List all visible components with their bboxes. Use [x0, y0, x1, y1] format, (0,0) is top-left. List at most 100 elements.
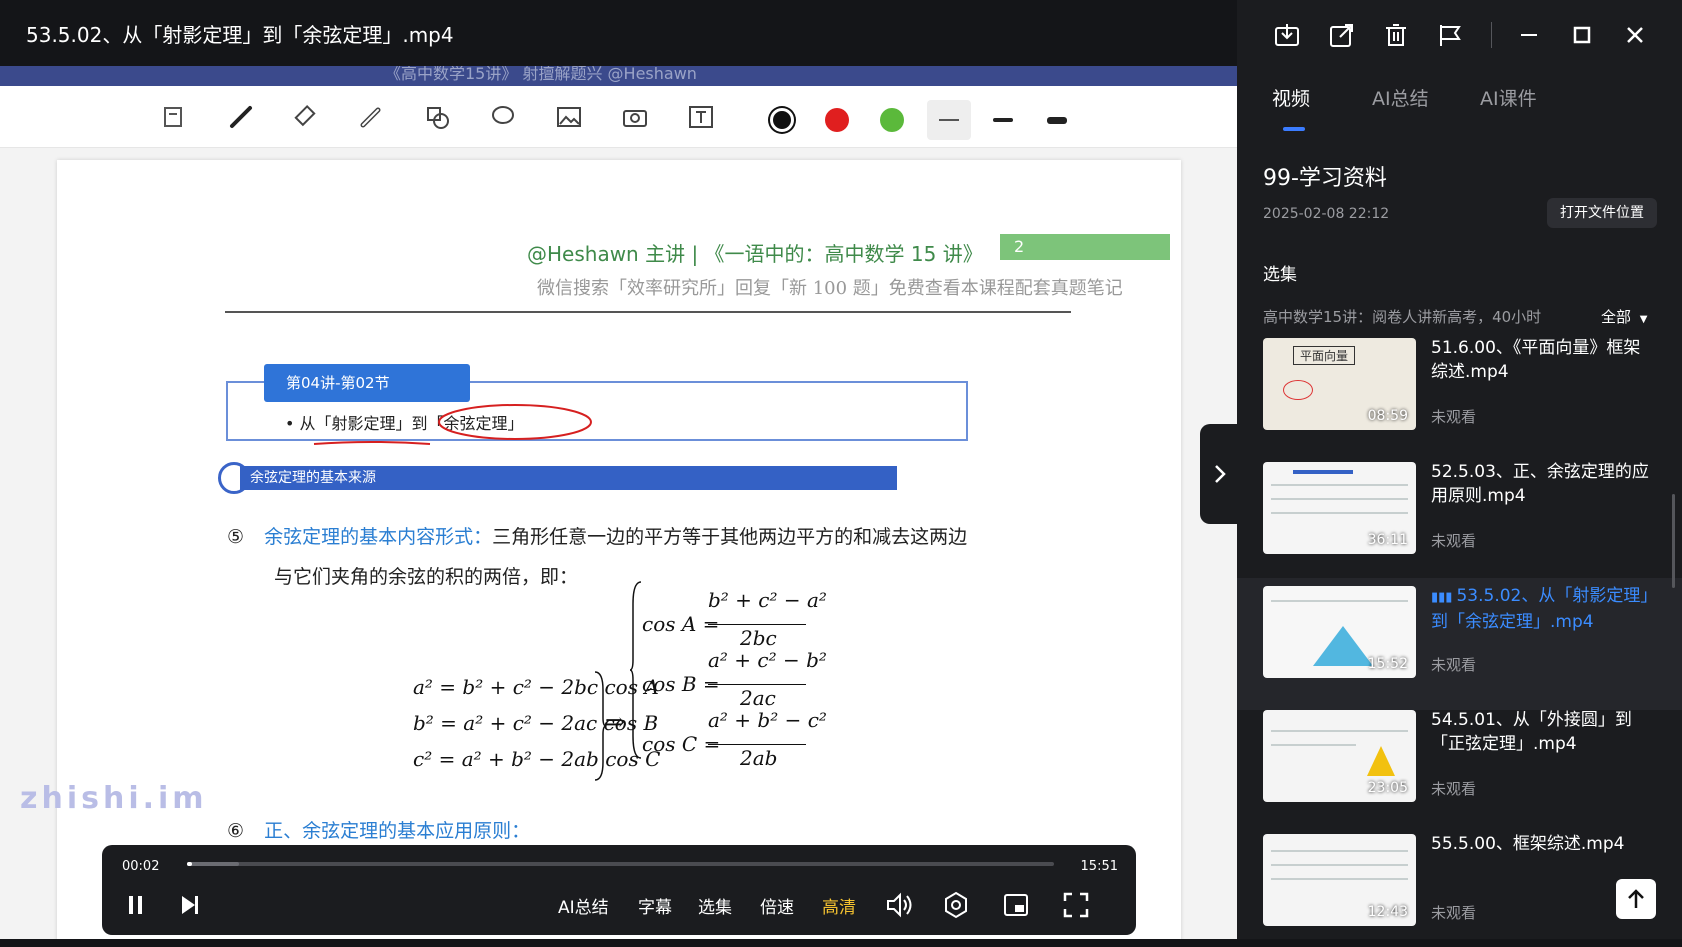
item-status: 未观看 — [1431, 656, 1477, 674]
thumb-duration: 15:52 — [1367, 656, 1408, 672]
thumb-bar — [1293, 470, 1353, 474]
episode-list: 平面向量 08:59 51.6.00、《平面向量》框架综述.mp4 未观看 36… — [1237, 330, 1682, 947]
duration: 15:51 — [1080, 859, 1118, 874]
episodes-button[interactable]: 选集 — [698, 893, 732, 918]
collapse-panel-button[interactable] — [1200, 424, 1240, 524]
section-blue-bar: 余弦定理的基本来源 — [240, 466, 897, 490]
episodes-heading: 选集 — [1263, 265, 1297, 285]
slide-page-number: 2 — [1000, 234, 1170, 260]
minimize-icon — [1521, 34, 1537, 36]
fullscreen-button[interactable] — [1060, 889, 1092, 921]
cos-c-denominator: 2ab — [740, 746, 778, 770]
thumb-duration: 23:05 — [1367, 780, 1408, 796]
bottom-edge — [0, 939, 1682, 947]
cos-a-fraction-bar — [708, 624, 806, 625]
toolbar-divider — [1491, 22, 1492, 48]
item-status: 未观看 — [1431, 904, 1477, 922]
gear-icon — [945, 891, 967, 919]
list-item[interactable]: 平面向量 08:59 51.6.00、《平面向量》框架综述.mp4 未观看 — [1237, 330, 1682, 462]
close-icon — [1627, 27, 1643, 43]
filter-all-dropdown[interactable]: 全部 ▼ — [1601, 306, 1648, 327]
next-icon — [182, 896, 198, 914]
thumb-line — [1271, 744, 1356, 746]
panel-scrollbar[interactable] — [1672, 494, 1675, 588]
pause-button[interactable] — [120, 889, 152, 921]
image-icon — [550, 98, 588, 136]
progress-bar[interactable] — [187, 862, 1054, 866]
tab-video[interactable]: 视频 — [1272, 84, 1310, 111]
close-button[interactable] — [1618, 18, 1652, 52]
fullscreen-icon — [1063, 892, 1089, 918]
download-button[interactable] — [1270, 18, 1304, 52]
implies-arrow: ⇒ — [605, 708, 626, 736]
black-color-swatch — [770, 108, 794, 132]
folder-date: 2025-02-08 22:12 — [1263, 206, 1390, 222]
item-title: 55.5.00、框架综述.mp4 — [1431, 834, 1625, 854]
tab-ai-summary[interactable]: AI总结 — [1372, 84, 1429, 111]
thumb-duration: 08:59 — [1367, 408, 1408, 424]
pip-button[interactable] — [1000, 889, 1032, 921]
slide-subheader: 微信搜索「效率研究所」回复「新 100 题」免费查看本课程配套真题笔记 — [537, 278, 1123, 299]
ai-summary-button[interactable]: AI总结 — [558, 893, 609, 918]
video-frame[interactable]: 《高中数学15讲》 射擅解题兴 @Heshawn @Heshawn 主讲 | 《… — [0, 66, 1237, 939]
p6-number: ⑥ — [227, 820, 245, 842]
thumbnail: 23:05 — [1263, 710, 1416, 802]
item-title: ▮▮▮ 53.5.02、从「射影定理」到「余弦定理」.mp4 — [1431, 584, 1656, 634]
quality-button[interactable]: 高清 — [822, 893, 856, 918]
item-title: 51.6.00、《平面向量》框架综述.mp4 — [1431, 338, 1641, 382]
item-title: 52.5.03、正、余弦定理的应用原则.mp4 — [1431, 462, 1649, 506]
tab-ai-courseware[interactable]: AI课件 — [1480, 84, 1537, 111]
slide-header: @Heshawn 主讲 | 《一语中的：高中数学 15 讲》 — [527, 242, 983, 266]
volume-button[interactable] — [884, 889, 916, 921]
thumb-doodle — [1283, 380, 1313, 400]
thumbnail: 15:52 — [1263, 586, 1416, 678]
p5-number: ⑤ — [227, 526, 245, 548]
section-tab: 第04讲-第02节 — [264, 364, 470, 402]
list-item[interactable]: 23:05 54.5.01、从「外接圆」到「正弦定理」.mp4 未观看 — [1237, 702, 1682, 834]
thumb-triangle — [1367, 746, 1395, 776]
recorded-app-titlebar: 《高中数学15讲》 射擅解题兴 @Heshawn — [0, 66, 1237, 86]
p5-text: 三角形任意一边的平方等于其他两边平方的和减去这两边 — [492, 526, 968, 548]
active-tab-indicator — [1283, 127, 1305, 131]
list-item-playing[interactable]: 15:52 ▮▮▮ 53.5.02、从「射影定理」到「余弦定理」.mp4 未观看 — [1237, 578, 1682, 710]
settings-button[interactable] — [940, 889, 972, 921]
next-button[interactable] — [174, 889, 206, 921]
open-file-location-button[interactable]: 打开文件位置 — [1547, 198, 1657, 228]
thumb-line — [1271, 730, 1408, 732]
volume-icon — [887, 892, 912, 918]
subtitle-button[interactable]: 字幕 — [638, 893, 672, 918]
pen-icon — [222, 98, 260, 136]
text-icon — [682, 98, 720, 136]
thumb-duration: 12:43 — [1367, 904, 1408, 920]
thumb-line — [1271, 484, 1408, 486]
minimize-button[interactable] — [1512, 18, 1546, 52]
highlighter-icon — [352, 98, 390, 136]
slide-page: @Heshawn 主讲 | 《一语中的：高中数学 15 讲》 2 微信搜索「效率… — [57, 160, 1181, 939]
cos-b-denominator: 2ac — [740, 686, 776, 710]
share-button[interactable] — [1325, 18, 1359, 52]
maximize-button[interactable] — [1565, 18, 1599, 52]
p6-heading: 正、余弦定理的基本应用原则： — [264, 820, 531, 842]
speed-button[interactable]: 倍速 — [760, 893, 794, 918]
scroll-to-top-button[interactable] — [1616, 879, 1656, 919]
green-color-swatch — [880, 108, 904, 132]
recorded-app-title: 《高中数学15讲》 射擅解题兴 @Heshawn — [385, 66, 697, 83]
cos-c-fraction-bar — [708, 744, 806, 745]
thumb-line — [1271, 864, 1408, 866]
thumb-doodle: 平面向量 — [1293, 346, 1356, 365]
title-bar: 53.5.02、从「射影定理」到「余弦定理」.mp4 — [0, 0, 1237, 66]
flag-icon — [1440, 25, 1461, 46]
feedback-button[interactable] — [1433, 18, 1467, 52]
collection-name: 高中数学15讲：阅卷人讲新高考，40小时 — [1263, 308, 1542, 326]
list-item[interactable]: 36:11 52.5.03、正、余弦定理的应用原则.mp4 未观看 — [1237, 454, 1682, 586]
thumb-duration: 36:11 — [1367, 532, 1408, 548]
shapes-icon — [418, 98, 456, 136]
folder-title: 99-学习资料 — [1263, 166, 1387, 191]
maximize-icon — [1573, 26, 1591, 44]
handwritten-underline — [313, 441, 431, 445]
download-icon — [1275, 24, 1299, 46]
delete-button[interactable] — [1379, 18, 1413, 52]
lasso-icon — [484, 98, 522, 136]
item-status: 未观看 — [1431, 780, 1477, 798]
eraser-icon — [286, 98, 324, 136]
